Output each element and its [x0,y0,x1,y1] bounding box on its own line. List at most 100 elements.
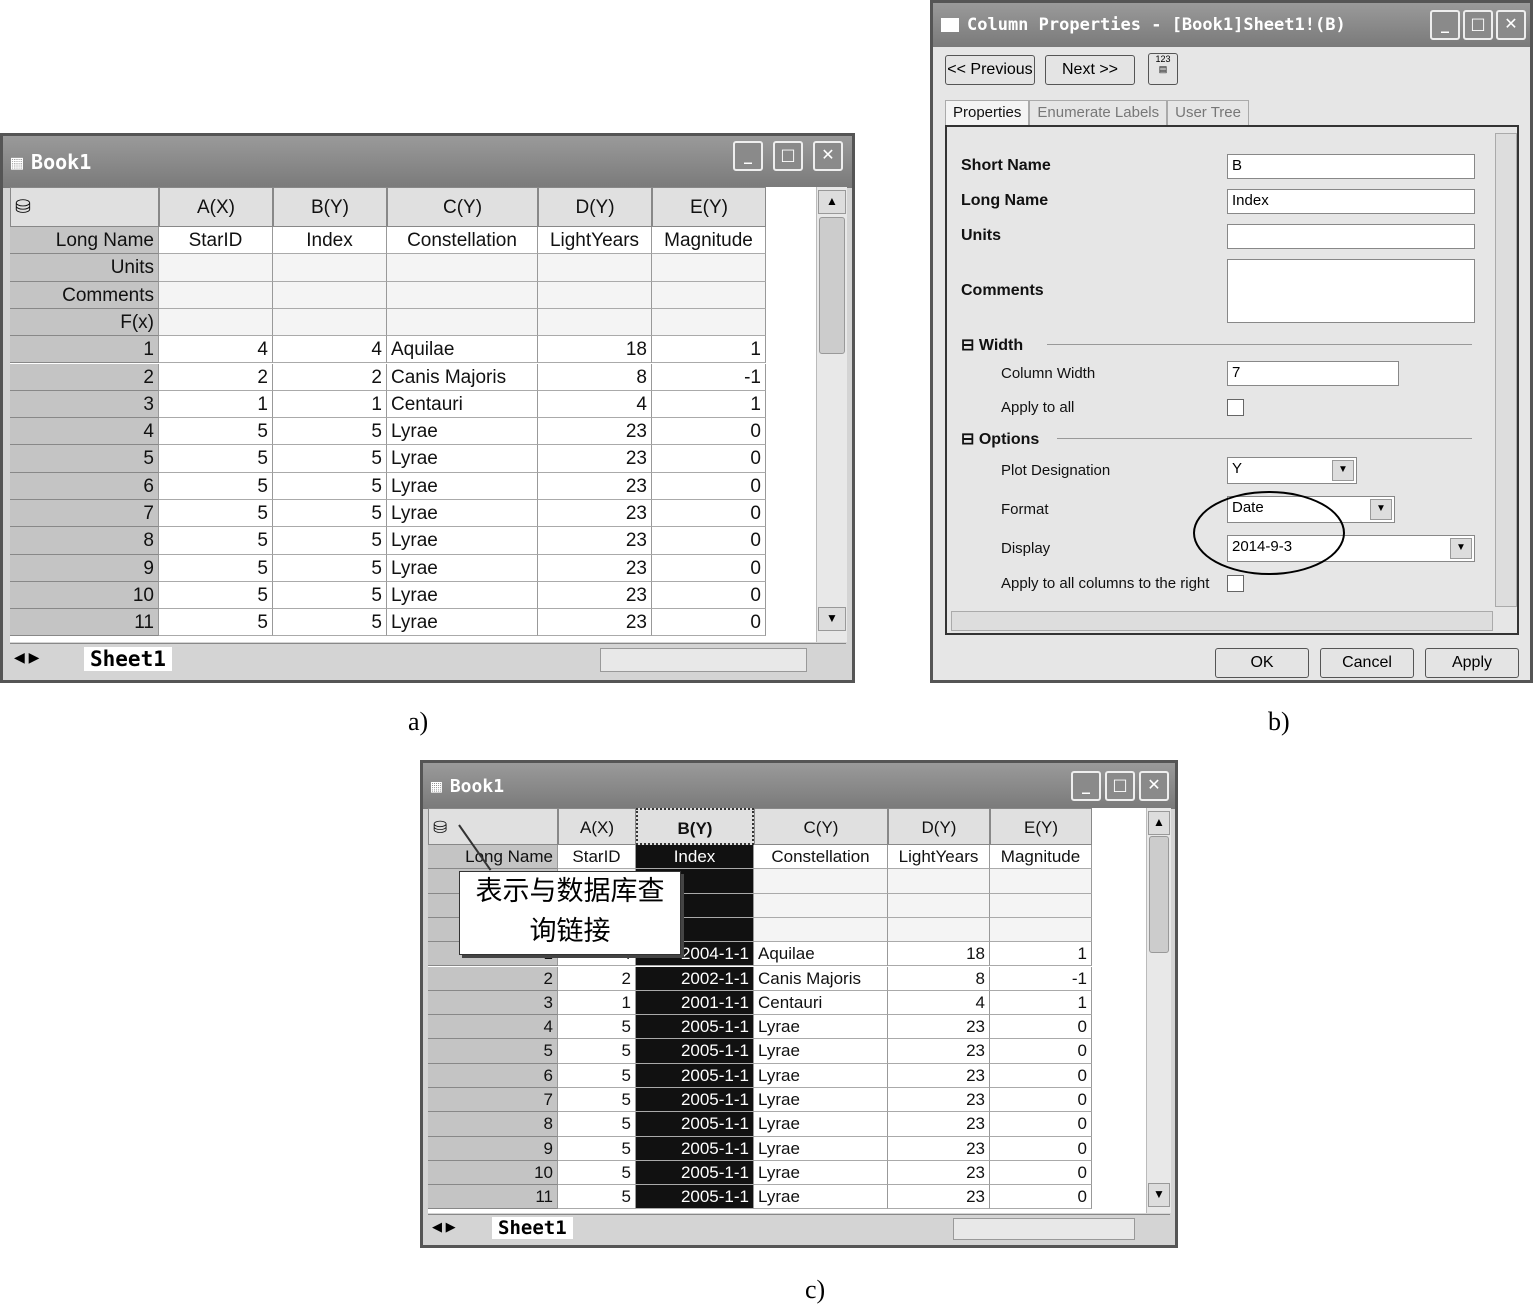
database-link-icon[interactable]: ⛁ [428,808,558,845]
data-cell[interactable]: 5 [558,1112,636,1137]
data-cell[interactable]: 5 [558,1160,636,1186]
apply-to-all-checkbox[interactable] [1227,399,1244,416]
data-cell[interactable]: 23 [538,445,652,473]
row-number[interactable]: 10 [10,581,159,610]
meta-cell[interactable] [387,281,538,309]
close-button[interactable]: ✕ [813,141,843,171]
data-cell[interactable]: 5 [273,445,387,473]
data-cell[interactable]: 5 [159,445,273,473]
long-name-cell[interactable]: StarID [558,845,636,870]
data-cell[interactable]: Lyrae [387,472,538,500]
tab-nav-arrows[interactable]: ◀ ▶ [14,649,39,666]
data-cell[interactable]: 23 [888,1185,990,1210]
meta-cell[interactable] [652,254,766,282]
tab-enumerate-labels[interactable]: Enumerate Labels [1029,100,1168,126]
column-header[interactable]: A(X) [558,808,636,845]
horizontal-scrollbar[interactable] [953,1218,1135,1240]
meta-cell[interactable] [990,869,1092,894]
width-section-header[interactable]: ⊟ Width [961,335,1023,355]
data-cell[interactable]: 5 [558,1039,636,1064]
data-cell[interactable]: 5 [273,581,387,610]
minimize-button[interactable]: _ [1430,10,1460,40]
data-cell[interactable]: Canis Majoris [754,966,888,991]
data-cell[interactable]: 0 [652,554,766,582]
long-name-cell[interactable]: Index [273,227,387,255]
data-cell[interactable]: 4 [159,336,273,364]
row-number[interactable]: 5 [10,445,159,473]
data-cell[interactable]: 18 [538,336,652,364]
data-cell[interactable]: 1 [273,390,387,419]
scroll-up-arrow[interactable]: ▲ [818,190,846,214]
meta-cell[interactable] [159,308,273,337]
data-cell[interactable]: 5 [558,1063,636,1088]
data-cell[interactable]: 4 [538,390,652,419]
data-cell[interactable]: 0 [652,418,766,446]
data-cell[interactable]: 23 [888,1112,990,1137]
data-cell[interactable]: 2002-1-1 [636,966,754,991]
data-cell[interactable]: 0 [990,1088,1092,1113]
meta-cell[interactable] [273,254,387,282]
meta-cell[interactable] [888,869,990,894]
row-number[interactable]: 7 [10,500,159,528]
data-cell[interactable]: 5 [273,527,387,555]
options-section-header[interactable]: ⊟ Options [961,429,1039,449]
column-header[interactable]: D(Y) [538,187,652,227]
data-cell[interactable]: 2005-1-1 [636,1136,754,1161]
row-number[interactable]: 6 [10,472,159,500]
chevron-down-icon[interactable]: ▼ [1450,538,1472,559]
meta-cell[interactable] [538,281,652,309]
data-cell[interactable]: 5 [558,1088,636,1113]
meta-cell[interactable] [990,893,1092,918]
units-input[interactable] [1227,224,1475,249]
data-cell[interactable]: 5 [159,609,273,637]
meta-row-label[interactable]: F(x) [10,308,159,337]
plot-designation-select[interactable]: Y ▼ [1227,457,1357,484]
data-cell[interactable]: 23 [538,418,652,446]
data-cell[interactable]: 5 [273,418,387,446]
data-cell[interactable]: 0 [990,1039,1092,1064]
chevron-down-icon[interactable]: ▼ [1332,460,1354,481]
row-number[interactable]: 4 [10,418,159,446]
data-cell[interactable]: 5 [159,418,273,446]
sheet-tab-sheet1[interactable]: Sheet1 [492,1217,573,1239]
row-number[interactable]: 7 [428,1088,558,1113]
data-cell[interactable]: 1 [652,336,766,364]
data-cell[interactable]: 23 [538,500,652,528]
data-cell[interactable]: -1 [652,363,766,391]
data-cell[interactable]: Centauri [387,390,538,419]
long-name-cell[interactable]: Constellation [754,845,888,870]
row-number[interactable]: 9 [428,1136,558,1161]
meta-row-label[interactable]: Units [10,254,159,282]
scroll-down-arrow[interactable]: ▼ [1148,1183,1170,1207]
data-cell[interactable]: Lyrae [754,1136,888,1161]
data-cell[interactable]: 2 [159,363,273,391]
data-cell[interactable]: Lyrae [387,581,538,610]
data-cell[interactable]: 2005-1-1 [636,1112,754,1137]
sheet-tab-sheet1[interactable]: Sheet1 [84,647,172,671]
data-cell[interactable]: Lyrae [754,1185,888,1210]
data-cell[interactable]: Lyrae [387,609,538,637]
data-cell[interactable]: 1 [558,990,636,1016]
data-cell[interactable]: Lyrae [754,1160,888,1186]
data-cell[interactable]: 0 [990,1063,1092,1088]
meta-row-label[interactable]: Long Name [428,845,558,870]
meta-cell[interactable] [273,308,387,337]
data-cell[interactable]: 1 [652,390,766,419]
horizontal-scrollbar[interactable] [951,611,1493,631]
data-cell[interactable]: 5 [273,609,387,637]
scroll-down-arrow[interactable]: ▼ [818,607,846,631]
long-name-cell[interactable]: LightYears [538,227,652,255]
data-cell[interactable]: Lyrae [387,554,538,582]
data-cell[interactable]: Lyrae [387,527,538,555]
row-number[interactable]: 11 [428,1185,558,1210]
data-cell[interactable]: 1 [990,942,1092,967]
long-name-cell[interactable]: Constellation [387,227,538,255]
worksheet-grid[interactable]: ⛁ A(X) B(Y) C(Y) D(Y) E(Y) Long Name StarID Inde… [10,187,816,642]
column-format-icon[interactable]: 123 ▤ [1148,53,1178,85]
data-cell[interactable]: 1 [990,990,1092,1016]
meta-cell[interactable] [754,869,888,894]
data-cell[interactable]: 5 [159,554,273,582]
meta-row-label[interactable]: Comments [10,281,159,309]
worksheet-grid[interactable]: ⛁ A(X) B(Y) C(Y) D(Y) E(Y) Long Name StarID Inde… [428,808,1146,1213]
meta-row-label[interactable]: Long Name [10,227,159,255]
